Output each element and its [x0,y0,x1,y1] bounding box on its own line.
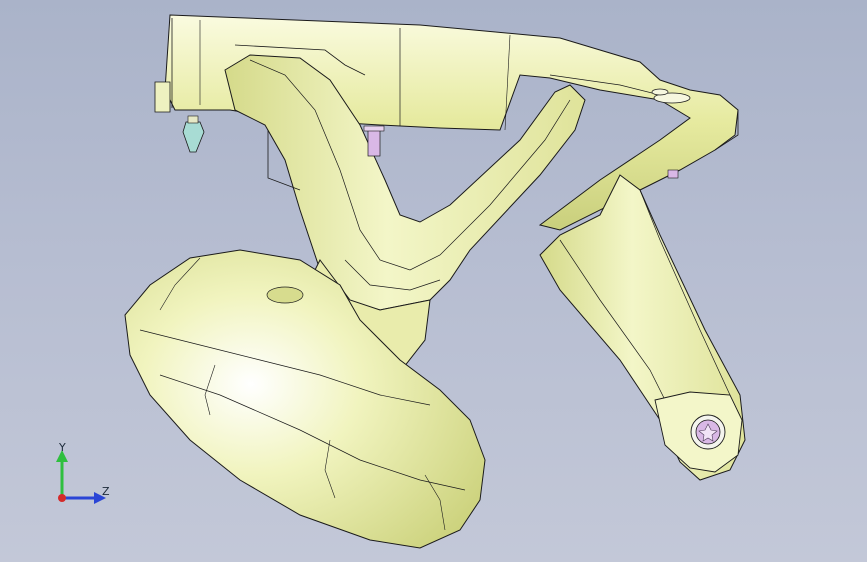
push-clip-left [182,115,205,153]
cad-graphics-viewport[interactable]: Y Z [0,0,867,562]
base-plate [154,14,739,231]
arm-fastener [690,414,726,450]
z-axis-label: Z [102,485,110,498]
x-axis-origin [58,494,66,502]
small-pin-right [667,169,679,179]
mirror-assembly-model[interactable] [0,0,867,562]
y-axis-label: Y [59,441,66,454]
